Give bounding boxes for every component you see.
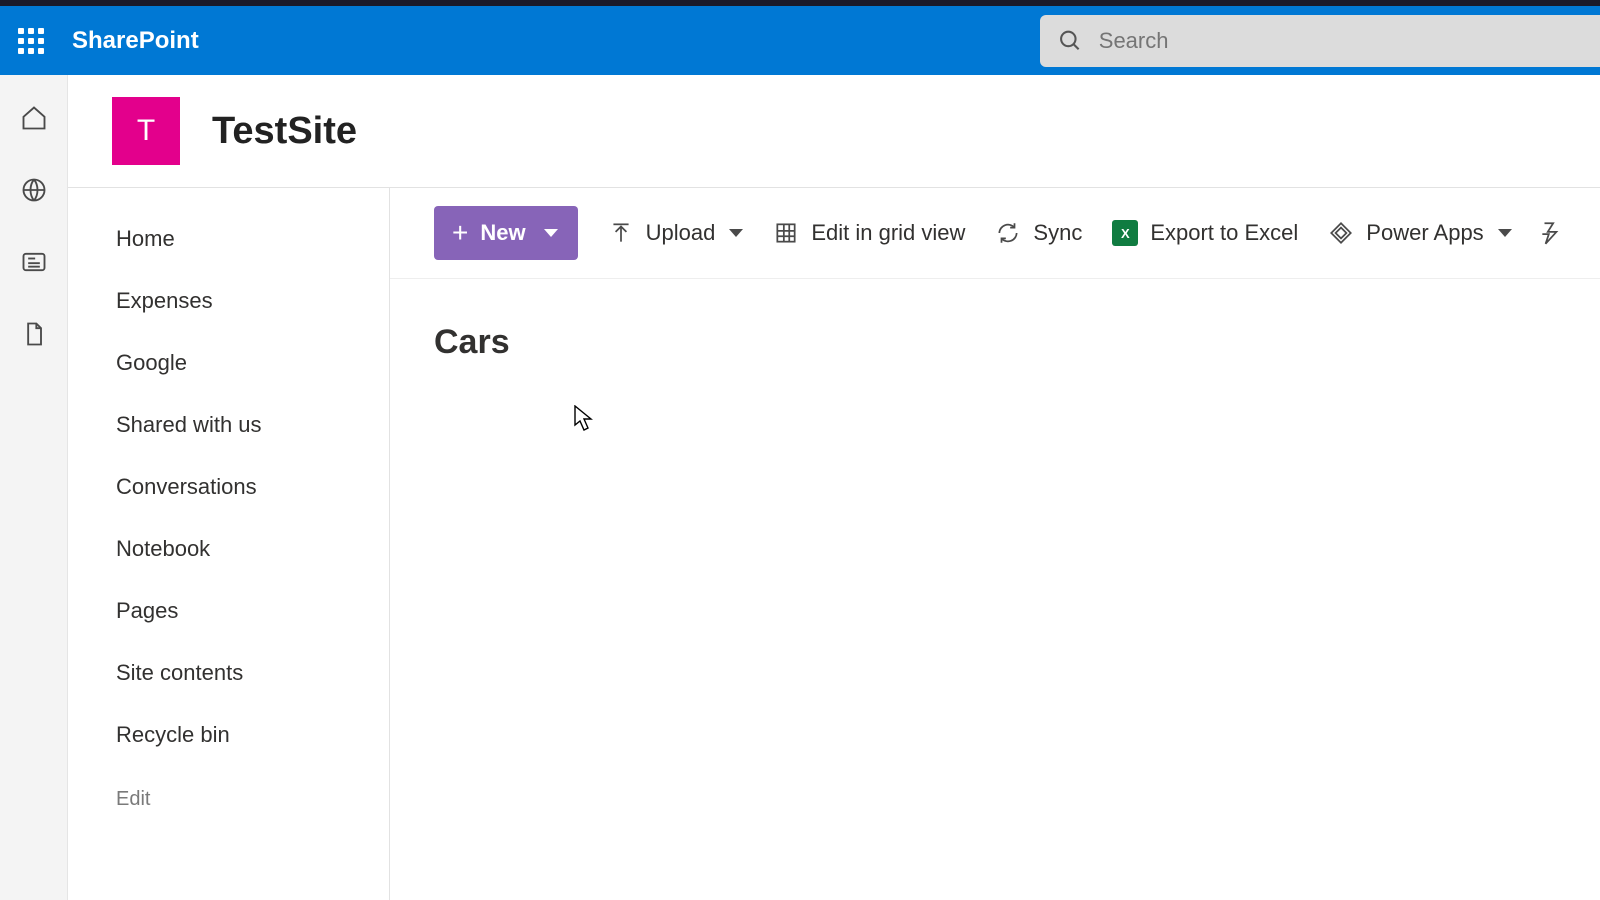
app-rail (0, 75, 68, 900)
file-icon (20, 320, 48, 348)
grid-icon (773, 220, 799, 246)
nav-notebook[interactable]: Notebook (68, 518, 389, 580)
nav-site-contents[interactable]: Site contents (68, 642, 389, 704)
rail-home-button[interactable] (19, 103, 49, 133)
upload-label: Upload (646, 220, 716, 246)
search-box[interactable] (1040, 15, 1600, 67)
upload-icon (608, 220, 634, 246)
chevron-down-icon (1498, 229, 1512, 237)
nav-recycle-bin[interactable]: Recycle bin (68, 704, 389, 766)
home-icon (20, 104, 48, 132)
search-icon (1058, 28, 1083, 54)
nav-conversations[interactable]: Conversations (68, 456, 389, 518)
nav-shared[interactable]: Shared with us (68, 394, 389, 456)
site-logo[interactable]: T (112, 97, 180, 165)
plus-icon: + (452, 219, 468, 247)
site-logo-letter: T (137, 114, 155, 148)
new-button[interactable]: + New (434, 206, 578, 260)
nav-edit-link[interactable]: Edit (68, 766, 389, 811)
suite-nav-bar: SharePoint (0, 0, 1600, 75)
upload-button[interactable]: Upload (608, 220, 744, 246)
globe-icon (20, 176, 48, 204)
sync-icon (995, 220, 1021, 246)
chevron-down-icon (544, 229, 558, 237)
list-title: Cars (390, 279, 1600, 362)
excel-icon: X (1112, 220, 1138, 246)
powerapps-icon (1328, 220, 1354, 246)
powerapps-button[interactable]: Power Apps (1328, 220, 1511, 246)
news-icon (20, 248, 48, 276)
nav-expenses[interactable]: Expenses (68, 270, 389, 332)
automate-icon (1538, 220, 1564, 246)
powerapps-label: Power Apps (1366, 220, 1483, 246)
sync-label: Sync (1033, 220, 1082, 246)
new-button-label: New (480, 220, 525, 246)
rail-files-button[interactable] (19, 319, 49, 349)
automate-button[interactable] (1538, 220, 1564, 246)
search-input[interactable] (1083, 27, 1600, 55)
export-excel-button[interactable]: X Export to Excel (1112, 220, 1298, 246)
rail-news-button[interactable] (19, 247, 49, 277)
export-excel-label: Export to Excel (1150, 220, 1298, 246)
app-launcher-button[interactable] (0, 6, 62, 75)
edit-grid-button[interactable]: Edit in grid view (773, 220, 965, 246)
chevron-down-icon (729, 229, 743, 237)
nav-home[interactable]: Home (68, 208, 389, 270)
waffle-icon (18, 28, 44, 54)
site-title[interactable]: TestSite (212, 110, 357, 153)
nav-google[interactable]: Google (68, 332, 389, 394)
rail-global-button[interactable] (19, 175, 49, 205)
left-navigation: Home Expenses Google Shared with us Conv… (68, 188, 390, 900)
brand-link[interactable]: SharePoint (62, 27, 199, 55)
edit-grid-label: Edit in grid view (811, 220, 965, 246)
nav-pages[interactable]: Pages (68, 580, 389, 642)
sync-button[interactable]: Sync (995, 220, 1082, 246)
site-header: T TestSite (68, 75, 1600, 188)
command-bar: + New Upload (390, 188, 1600, 279)
content-area: + New Upload (390, 188, 1600, 900)
